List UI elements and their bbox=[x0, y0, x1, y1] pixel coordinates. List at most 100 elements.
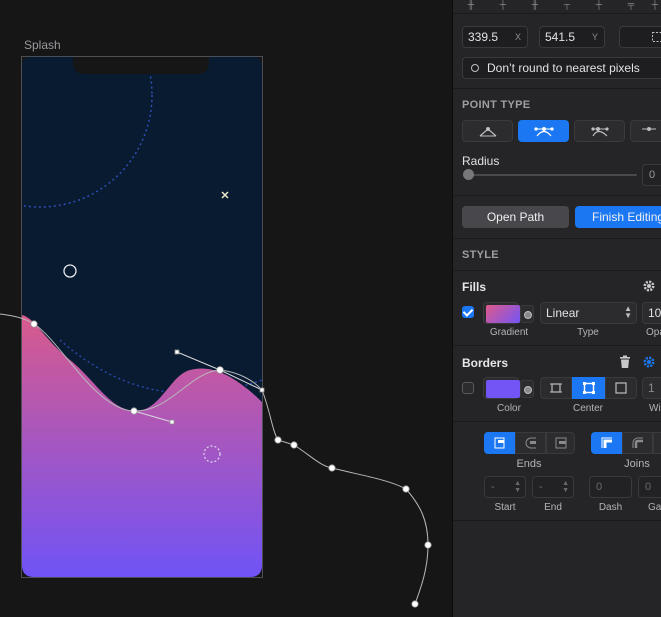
open-path-button[interactable]: Open Path bbox=[462, 206, 569, 228]
miter-join-icon bbox=[601, 437, 612, 448]
y-field-suffix: Y bbox=[591, 32, 598, 42]
border-inside-icon bbox=[550, 383, 562, 393]
fill-gradient-swatch[interactable] bbox=[483, 302, 534, 324]
artboard-drawing bbox=[0, 56, 432, 608]
border-swatch-caption: Color bbox=[497, 403, 521, 414]
round-join-icon bbox=[632, 437, 643, 448]
gap-field[interactable]: 0 bbox=[638, 476, 661, 498]
square-end-icon bbox=[555, 437, 566, 449]
fill-mode-icon[interactable] bbox=[520, 305, 534, 323]
border-width-value: 1 bbox=[648, 381, 655, 395]
align-center-horizontal-icon[interactable]: ┼ bbox=[497, 0, 509, 9]
mirrored-point-icon bbox=[533, 127, 554, 137]
borders-title: Borders bbox=[462, 356, 509, 370]
anchor-point bbox=[290, 441, 298, 449]
straight-point-icon bbox=[479, 127, 496, 137]
border-mode-icon[interactable] bbox=[520, 380, 534, 398]
select-chevron-icon: ▲ ▼ bbox=[514, 480, 521, 494]
border-position-outside-button[interactable] bbox=[605, 377, 637, 399]
asymmetric-point-icon bbox=[590, 127, 609, 137]
anchor-point bbox=[424, 541, 432, 549]
border-enabled-checkbox[interactable] bbox=[462, 382, 474, 394]
anchor-point bbox=[30, 320, 38, 328]
anchor-point-selected bbox=[216, 366, 224, 374]
gap-caption: Ga bbox=[648, 502, 661, 513]
butt-end-icon bbox=[494, 437, 504, 449]
disconnected-point-icon bbox=[642, 127, 656, 131]
finish-editing-button[interactable]: Finish Editing bbox=[575, 206, 661, 228]
dash-field[interactable]: 0 bbox=[589, 476, 632, 498]
style-section-title: STYLE bbox=[462, 249, 499, 261]
radius-value: 0 bbox=[649, 169, 656, 181]
start-caption: Start bbox=[494, 502, 516, 513]
anchor-point bbox=[274, 436, 282, 444]
end-round-button[interactable] bbox=[515, 432, 546, 454]
border-color-preview bbox=[486, 380, 520, 398]
ends-caption: Ends bbox=[516, 458, 542, 470]
pixel-rounding-label: Don’t round to nearest pixels bbox=[487, 61, 640, 75]
fill-opacity-field[interactable]: 100 bbox=[642, 302, 661, 324]
y-position-value: 541.5 bbox=[545, 30, 576, 44]
radius-input[interactable]: 0 bbox=[642, 164, 661, 186]
align-bottom-icon[interactable]: ╤ bbox=[625, 0, 637, 9]
gap-value: 0 bbox=[645, 481, 652, 493]
point-type-asymmetric-button[interactable] bbox=[574, 120, 625, 142]
fill-type-caption: Type bbox=[577, 327, 599, 338]
border-width-caption: Wi bbox=[649, 403, 661, 414]
anchor-point bbox=[328, 464, 336, 472]
x-position-field[interactable]: 339.5 X bbox=[462, 26, 528, 48]
anchor-point bbox=[402, 485, 410, 493]
pixel-rounding-toggle[interactable]: Don’t round to nearest pixels bbox=[462, 57, 661, 79]
toggle-radio-icon bbox=[471, 64, 479, 72]
point-type-straight-button[interactable] bbox=[462, 120, 513, 142]
x-position-value: 339.5 bbox=[468, 30, 499, 44]
handle-endpoint bbox=[169, 419, 175, 425]
point-selection-options-button[interactable] bbox=[619, 26, 661, 48]
join-round-button[interactable] bbox=[622, 432, 653, 454]
align-right-icon[interactable]: ╫ bbox=[529, 0, 541, 9]
canvas[interactable]: Splash bbox=[0, 0, 452, 617]
arrow-end-select[interactable]: - ▲ ▼ bbox=[532, 476, 574, 498]
handle-endpoint bbox=[174, 349, 180, 355]
select-chevron-icon: ▲ ▼ bbox=[562, 480, 569, 494]
fill-opacity-caption: Opa bbox=[646, 327, 661, 338]
joins-caption: Joins bbox=[624, 458, 650, 470]
distribute-icon[interactable]: ┼ bbox=[649, 0, 661, 9]
border-position-center-button[interactable] bbox=[572, 377, 605, 399]
trash-icon[interactable] bbox=[619, 355, 631, 369]
inspector-panel: ╫ ┼ ╫ ┬ ┼ ╤ ┼ 339.5 X 541.5 Y Don’t roun… bbox=[452, 0, 661, 617]
radius-slider-track[interactable] bbox=[465, 174, 637, 176]
borders-settings-gear-icon[interactable] bbox=[642, 355, 656, 369]
border-color-swatch[interactable] bbox=[483, 377, 534, 399]
select-chevron-icon: ▲ ▼ bbox=[624, 304, 632, 320]
alignment-toolbar: ╫ ┼ ╫ ┬ ┼ ╤ ┼ bbox=[453, 0, 661, 14]
arrow-start-select[interactable]: - ▲ ▼ bbox=[484, 476, 526, 498]
round-end-icon bbox=[525, 437, 536, 449]
anchor-point bbox=[411, 600, 419, 608]
dash-caption: Dash bbox=[598, 502, 623, 513]
fills-settings-gear-icon[interactable] bbox=[642, 279, 656, 293]
align-center-vertical-icon[interactable]: ┼ bbox=[593, 0, 605, 9]
anchor-point bbox=[130, 407, 138, 415]
join-bevel-button[interactable] bbox=[653, 432, 661, 454]
end-caption: End bbox=[544, 502, 562, 513]
end-butt-button[interactable] bbox=[484, 432, 515, 454]
end-square-button[interactable] bbox=[546, 432, 575, 454]
border-position-inside-button[interactable] bbox=[540, 377, 572, 399]
fill-type-select[interactable]: Linear ▲ ▼ bbox=[540, 302, 637, 324]
fill-enabled-checkbox[interactable] bbox=[462, 306, 474, 318]
y-position-field[interactable]: 541.5 Y bbox=[539, 26, 605, 48]
dashed-square-icon bbox=[652, 32, 661, 42]
dash-value: 0 bbox=[596, 481, 603, 493]
handle-endpoint bbox=[259, 387, 265, 393]
join-miter-button[interactable] bbox=[591, 432, 622, 454]
fills-title: Fills bbox=[462, 280, 487, 294]
align-top-icon[interactable]: ┬ bbox=[561, 0, 573, 9]
point-type-disconnected-button[interactable] bbox=[630, 120, 661, 142]
border-outside-icon bbox=[615, 382, 627, 394]
point-type-mirrored-button[interactable] bbox=[518, 120, 569, 142]
fill-opacity-value: 100 bbox=[648, 306, 661, 320]
border-width-field[interactable]: 1 bbox=[642, 377, 661, 399]
radius-slider-knob[interactable] bbox=[463, 169, 474, 180]
align-left-icon[interactable]: ╫ bbox=[465, 0, 477, 9]
